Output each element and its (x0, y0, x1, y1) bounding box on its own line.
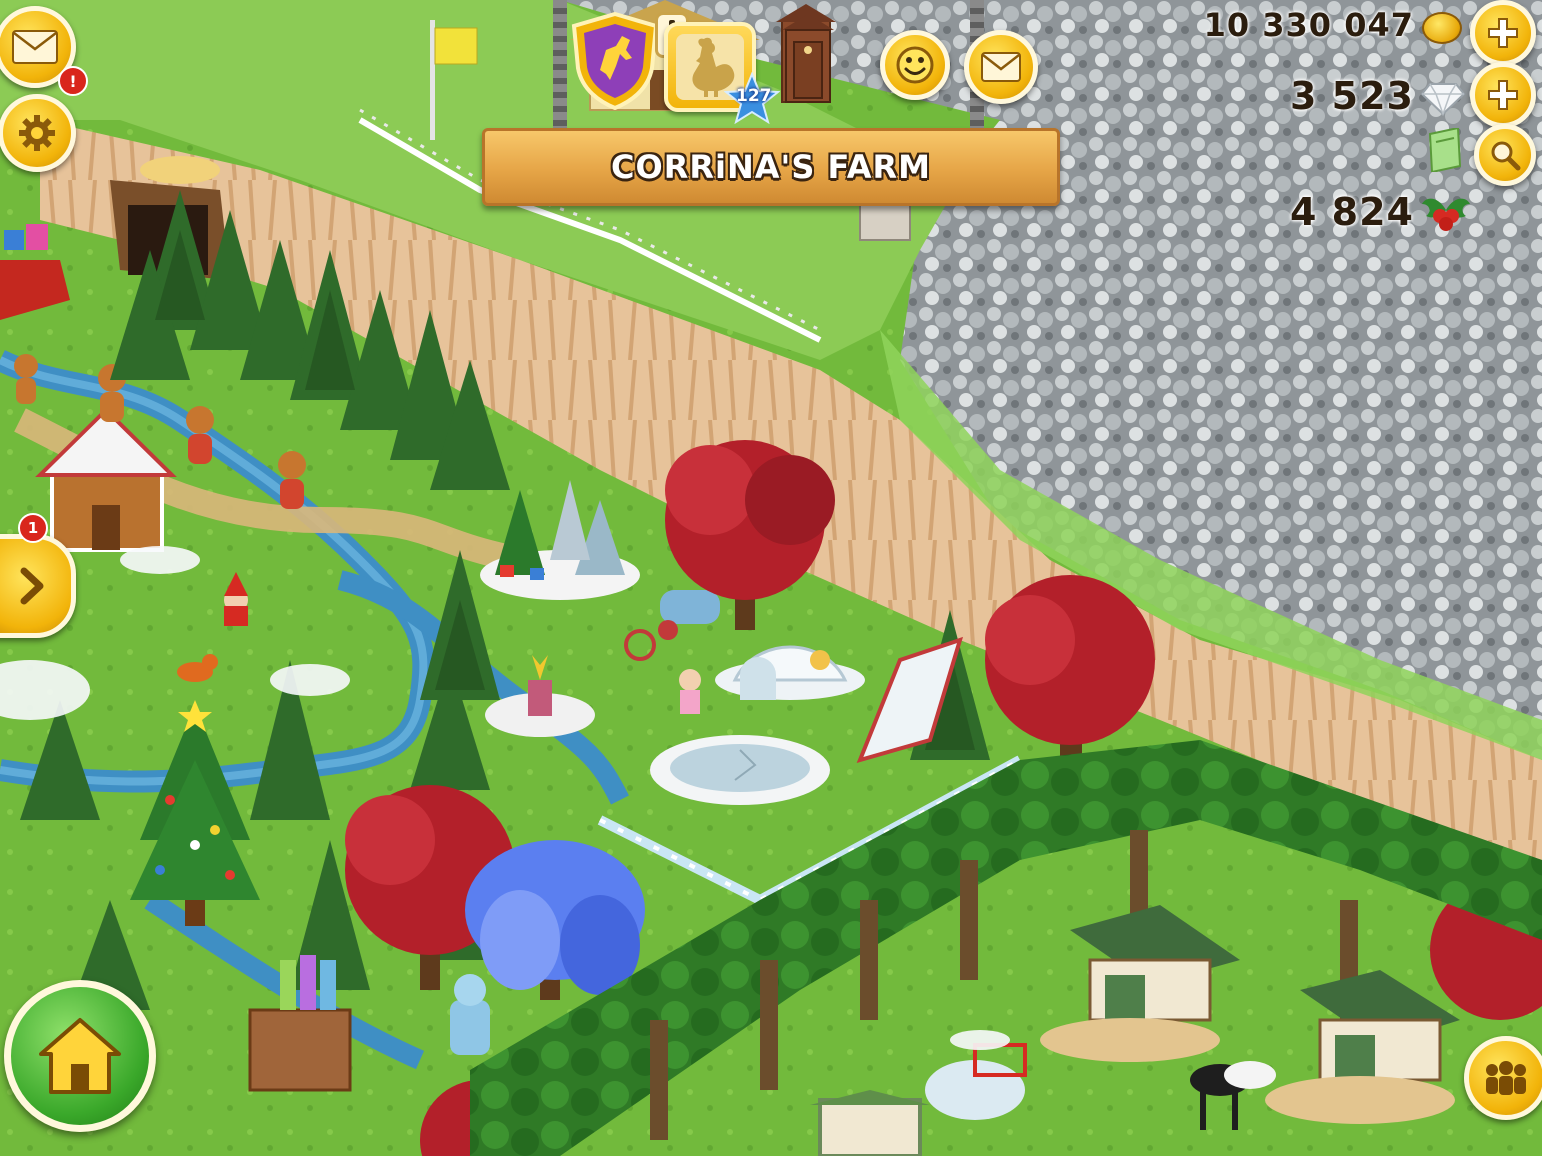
farm-name-sign[interactable]: CORRiNA'S FARM (482, 128, 1060, 206)
ice-sculpture[interactable] (450, 974, 490, 1055)
friends-emoji-button[interactable] (880, 30, 950, 100)
farm-name: CORRiNA'S FARM (611, 148, 931, 186)
level-star: 127 (723, 71, 781, 125)
settings-button[interactable] (0, 94, 76, 172)
player-level: 127 (736, 86, 772, 106)
side-panel-badge: 1 (18, 513, 48, 543)
goat-shield-icon (571, 11, 659, 111)
chevron-right-icon (20, 567, 44, 605)
shed-building[interactable] (810, 1090, 930, 1156)
frozen-pond[interactable] (650, 735, 830, 805)
diamonds-counter: 3 523 (1290, 74, 1414, 118)
top-mail-button[interactable] (964, 30, 1038, 104)
plus-icon (1488, 80, 1518, 110)
voucher-icon[interactable] (1424, 128, 1464, 172)
magnifier-icon (1491, 141, 1521, 171)
holly-icon (1422, 198, 1470, 231)
friends-bar-button[interactable] (1464, 1036, 1542, 1120)
home-button[interactable] (4, 980, 156, 1132)
plus-icon (1488, 18, 1518, 48)
coins-counter: 10 330 047 (1203, 6, 1414, 44)
add-diamonds-button[interactable] (1470, 62, 1536, 128)
add-coins-button[interactable] (1470, 0, 1536, 66)
outhouse-button[interactable] (780, 12, 836, 106)
envelope-icon (981, 52, 1021, 82)
coin-icon (1422, 12, 1462, 44)
sign-chain-left (553, 0, 567, 132)
neighborhood-button[interactable] (570, 10, 660, 111)
diamond-icon (1420, 83, 1466, 116)
people-icon (1486, 1061, 1526, 1095)
mail-alert-badge: ! (58, 66, 88, 96)
side-panel-tab[interactable] (0, 534, 76, 638)
envelope-icon (12, 30, 58, 64)
event-counter: 4 824 (1290, 190, 1414, 234)
search-button[interactable] (1474, 124, 1536, 186)
gear-icon (19, 115, 55, 151)
smiley-icon (896, 46, 934, 84)
farmer-character[interactable] (679, 669, 701, 714)
house-icon (39, 1018, 121, 1094)
outhouse-icon (782, 14, 834, 103)
